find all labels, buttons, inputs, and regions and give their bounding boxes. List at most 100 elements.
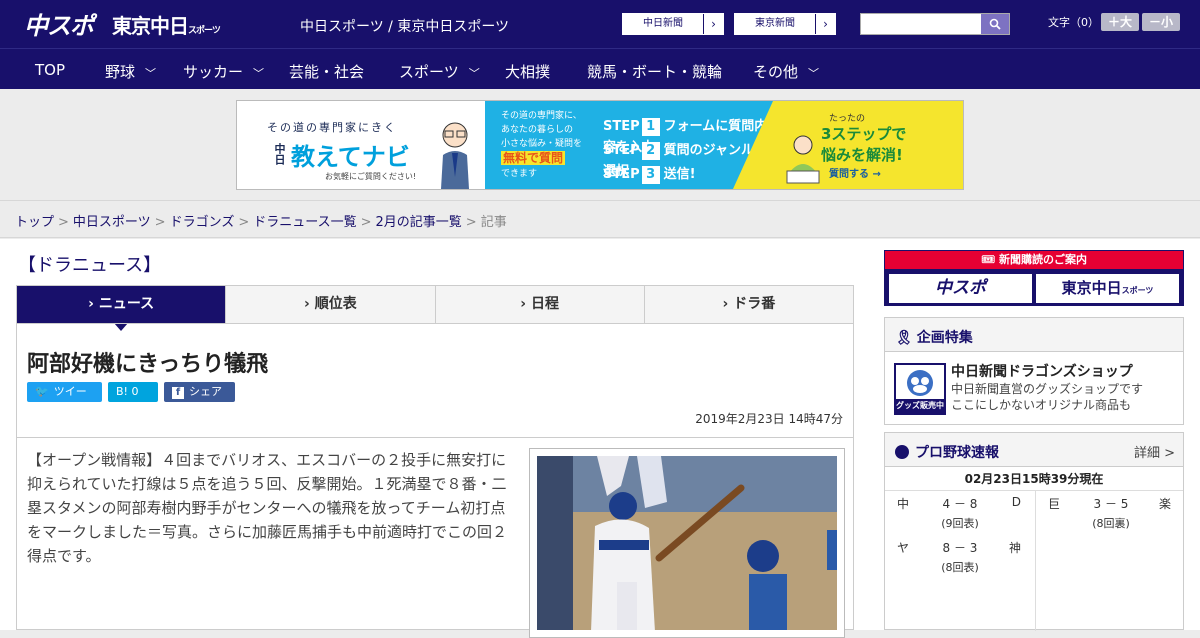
- banner-cta-panel: たったの 3ステップで 悩みを解消! 質問する →: [733, 101, 963, 189]
- subscription-banner[interactable]: 🎟 新聞購読のご案内 中スポ 東京中日スポーツ: [884, 250, 1184, 306]
- search-input[interactable]: [860, 13, 1010, 35]
- step-text: 送信!: [663, 167, 696, 182]
- special-features-title: 企画特集: [916, 330, 973, 346]
- oshiete-navi-banner[interactable]: その道の専門家にきく 中日 教えてナビ お気軽にご質問ください! その道の専門家に…: [236, 100, 964, 190]
- ribbon-icon: 🎗: [895, 330, 913, 346]
- scores-header: プロ野球速報 詳細 >: [885, 433, 1183, 467]
- tokyo-shimbun-button[interactable]: 東京新聞 ›: [734, 13, 836, 35]
- breadcrumb-dragons[interactable]: ドラゴンズ: [170, 215, 235, 230]
- batter-photo-image: [537, 456, 837, 630]
- breadcrumb-separator: >: [360, 215, 372, 230]
- nav-baseball[interactable]: 野球 ﹀: [105, 61, 156, 82]
- breadcrumb-separator: >: [238, 215, 250, 230]
- nav-other[interactable]: その他 ﹀: [753, 61, 819, 82]
- subscribe-tokyo-chunichi[interactable]: 東京中日スポーツ: [1036, 274, 1179, 303]
- site-name-link[interactable]: 中日スポーツ / 東京中日スポーツ: [300, 16, 509, 36]
- search-button[interactable]: [981, 14, 1009, 34]
- nav-entertainment[interactable]: 芸能・社会: [289, 61, 364, 82]
- chevron-down-icon: ﹀: [253, 67, 265, 80]
- banner-note: お気軽にご質問ください!: [325, 172, 417, 181]
- step-label: STEP: [603, 119, 640, 134]
- pro-baseball-scores-box: プロ野球速報 詳細 > 02月23日15時39分現在 中 4 － 8 D (9回表…: [884, 432, 1185, 631]
- banner-right-headline: 3ステップで 悩みを解消!: [821, 123, 906, 165]
- tab-standings-label: 順位表: [314, 296, 357, 312]
- banner-right-line: 3ステップで: [821, 125, 907, 143]
- hatena-bookmark-button[interactable]: B! 0: [108, 382, 158, 402]
- banner-tagline: その道の専門家にきく: [267, 121, 397, 134]
- nav-baseball-label: 野球: [105, 63, 136, 81]
- banner-ask-link[interactable]: 質問する →: [829, 165, 881, 180]
- banner-brand-small: 中日: [273, 143, 286, 165]
- article-photo[interactable]: [529, 448, 845, 638]
- nav-other-label: その他: [753, 63, 799, 81]
- tweet-button[interactable]: 🐦 ツイート: [27, 382, 102, 418]
- nav-sumo[interactable]: 大相撲: [505, 61, 550, 82]
- game-inning: (9回表): [941, 517, 979, 530]
- scores-title: プロ野球速報: [915, 445, 999, 461]
- banner-brand-name: 教えてナビ: [291, 143, 410, 171]
- shop-desc-line: 中日新聞直営のグッズショップです: [951, 382, 1144, 396]
- tab-standings[interactable]: › 順位表: [226, 286, 436, 323]
- site-header: 中スポ 東京中日スポーツ 中日スポーツ / 東京中日スポーツ 中日新聞 › 東京新…: [0, 0, 1200, 48]
- section-tabs: › ニュース › 順位表 › 日程 › ドラ番: [16, 285, 854, 331]
- tab-schedule[interactable]: › 日程: [436, 286, 645, 323]
- tokyo-logo-text: 東京中日: [112, 14, 189, 38]
- step-label: STEP: [603, 167, 640, 182]
- tab-schedule-label: 日程: [531, 296, 560, 312]
- nav-soccer[interactable]: サッカー ﹀: [183, 61, 264, 82]
- banner-intro-line: できます: [501, 169, 538, 179]
- game-score[interactable]: ヤ 8 － 3 神 (8回表): [885, 535, 1035, 579]
- tab-news[interactable]: › ニュース: [17, 286, 227, 331]
- game-inning: (8回表): [941, 561, 979, 574]
- game-score[interactable]: 中 4 － 8 D (9回表): [885, 491, 1035, 535]
- away-team: 楽: [1158, 497, 1171, 511]
- shop-desc-line: ここにしかないオリジナル商品も: [951, 398, 1132, 412]
- game-score[interactable]: 巨 3 － 5 楽 (8回裏): [1036, 491, 1185, 535]
- article-header: 阿部好機にきっちり犠飛 🐦 ツイート B! 0 f シェア 0 2019年2月23日…: [17, 324, 853, 438]
- breadcrumb-separator: >: [154, 215, 166, 230]
- banner-free-highlight: 無料で質問: [501, 151, 566, 165]
- nav-racing[interactable]: 競馬・ボート・競輪: [587, 61, 722, 82]
- scores-column-right: 巨 3 － 5 楽 (8回裏): [1035, 491, 1185, 631]
- chuspo-logo[interactable]: 中スポ: [24, 6, 94, 41]
- chunichi-shimbun-button[interactable]: 中日新聞 ›: [622, 13, 724, 35]
- away-team: 神: [1008, 541, 1021, 555]
- chunichi-shimbun-label: 中日新聞: [643, 18, 683, 29]
- font-smaller-button[interactable]: －小: [1142, 13, 1180, 31]
- baseball-scene-illustration: [537, 456, 837, 630]
- twitter-icon: 🐦: [35, 385, 49, 398]
- breadcrumb-top[interactable]: トップ: [15, 215, 54, 230]
- breadcrumb-chunichi-sports[interactable]: 中日スポーツ: [73, 215, 151, 230]
- subscribe-chuspo[interactable]: 中スポ: [889, 274, 1032, 303]
- font-larger-button[interactable]: ＋大: [1101, 13, 1139, 31]
- scores-more-link[interactable]: 詳細 >: [1134, 442, 1175, 461]
- step-number: 3: [641, 166, 660, 184]
- banner-intro-line: 小さな悩み・疑問を: [501, 139, 583, 149]
- nav-sports[interactable]: スポーツ ﹀: [399, 61, 480, 82]
- chevron-down-icon: ﹀: [468, 67, 480, 80]
- article-title: 阿部好機にきっちり犠飛: [27, 352, 269, 377]
- section-title: 【ドラニュース】: [18, 255, 162, 276]
- breadcrumb-feb-articles[interactable]: 2月の記事一覧: [376, 215, 462, 230]
- breadcrumb-separator: >: [58, 215, 69, 230]
- subscribe-tokyo-small: スポーツ: [1121, 286, 1154, 295]
- nav-top[interactable]: TOP: [35, 61, 65, 79]
- tab-arrow-icon: ›: [722, 296, 729, 312]
- breadcrumb-news-list[interactable]: ドラニュース一覧: [253, 215, 356, 230]
- scores-grid: 中 4 － 8 D (9回表) ヤ 8 － 3 神 (8回表) 巨 3 － 5 …: [885, 491, 1185, 631]
- banner-step-3: STEP 3 送信!: [603, 163, 696, 184]
- banner-steps-panel: その道の専門家に、 あなたの暮らしの 小さな悩み・疑問を 無料で質問 できます …: [485, 101, 773, 189]
- tab-arrow-icon: ›: [303, 296, 310, 312]
- dragons-shop-logo[interactable]: グッズ販売中: [894, 363, 946, 415]
- subscription-label: 🎟 新聞購読のご案内: [885, 251, 1183, 269]
- tab-dora-ban[interactable]: › ドラ番: [645, 286, 853, 323]
- tokyo-chunichi-logo[interactable]: 東京中日スポーツ: [112, 10, 221, 39]
- dragons-shop-link[interactable]: 中日新聞ドラゴンズショップ: [951, 361, 1133, 381]
- facebook-share-button[interactable]: f シェア 0: [164, 382, 235, 418]
- banner-free-label: 無料で質問: [501, 151, 582, 167]
- article-body: 【オープン戦情報】４回までバリオス、エスコバーの２投手に無安打に抑えられていた打…: [27, 451, 508, 565]
- tab-news-label: ニュース: [98, 296, 155, 312]
- search-icon: [989, 18, 1001, 30]
- step-number: 2: [641, 142, 660, 160]
- dragons-shop-description: 中日新聞直営のグッズショップです ここにしかないオリジナル商品も: [951, 381, 1143, 413]
